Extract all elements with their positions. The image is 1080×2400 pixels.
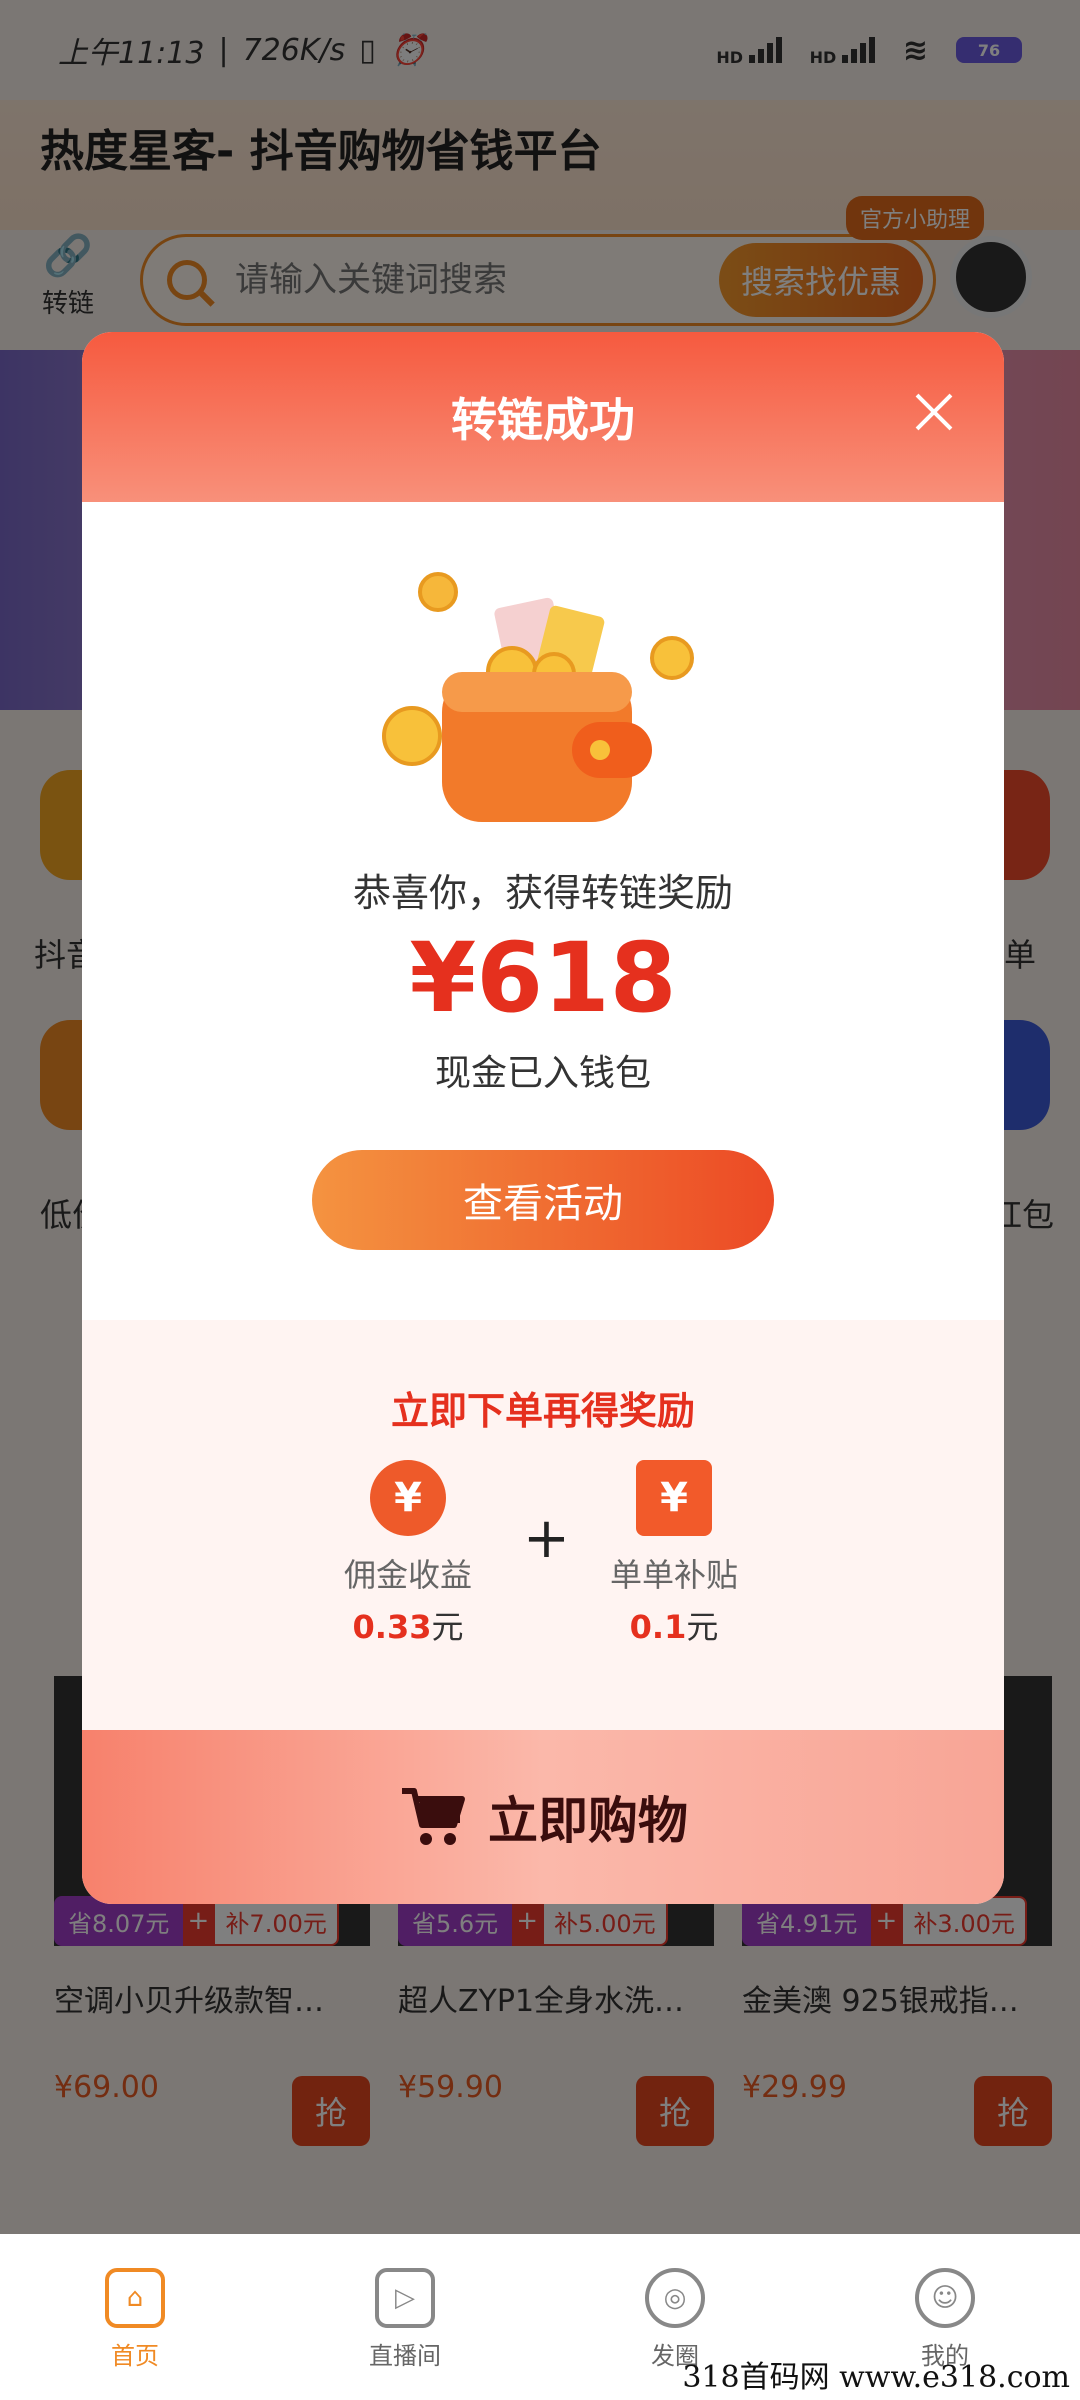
modal-header: 转链成功 xyxy=(82,332,1004,502)
close-icon[interactable] xyxy=(914,392,954,432)
profile-icon: ☺ xyxy=(915,2268,975,2328)
home-icon: ⌂ xyxy=(105,2268,165,2328)
shop-now-button[interactable]: 立即购物 xyxy=(82,1730,1004,1904)
shop-now-label: 立即购物 xyxy=(488,1792,688,1850)
aperture-icon: ◎ xyxy=(645,2268,705,2328)
live-icon: ▷ xyxy=(375,2268,435,2328)
subsidy-value: 0.1元 xyxy=(629,1608,719,1646)
commission-label: 佣金收益 xyxy=(343,1556,472,1594)
cart-icon xyxy=(402,1788,465,1845)
tab-home-label: 首页 xyxy=(111,2342,159,2370)
plus-icon: + xyxy=(523,1506,570,1571)
commission-reward: ¥ 佣金收益 0.33元 xyxy=(308,1460,508,1648)
watermark: 318首码网 www.e318.com xyxy=(682,2360,1070,2395)
commission-value: 0.33元 xyxy=(352,1608,464,1646)
reward-amount: ¥618 xyxy=(409,922,677,1034)
tab-live-label: 直播间 xyxy=(369,2342,441,2370)
link-success-modal: 转链成功 恭喜你，获得转链奖励 ¥618 现金已入钱包 查看活动 立即下单再得奖… xyxy=(82,332,1004,1904)
modal-title: 转链成功 xyxy=(451,393,635,447)
yuan-ticket-icon: ¥ xyxy=(636,1460,712,1536)
extra-reward-heading: 立即下单再得奖励 xyxy=(390,1389,695,1433)
wallet-icon xyxy=(382,562,702,852)
tab-home[interactable]: ⌂ 首页 xyxy=(0,2234,270,2400)
yuan-coin-icon: ¥ xyxy=(370,1460,446,1536)
view-activity-button[interactable]: 查看活动 xyxy=(312,1150,774,1250)
congrats-text: 恭喜你，获得转链奖励 xyxy=(352,871,733,915)
tab-live[interactable]: ▷ 直播间 xyxy=(270,2234,540,2400)
subsidy-reward: ¥ 单单补贴 0.1元 xyxy=(574,1460,774,1648)
extra-reward-section: 立即下单再得奖励 ¥ 佣金收益 0.33元 + ¥ 单单补贴 0.1元 xyxy=(82,1320,1004,1730)
subsidy-label: 单单补贴 xyxy=(609,1556,738,1594)
reward-subtext: 现金已入钱包 xyxy=(434,1053,651,1094)
